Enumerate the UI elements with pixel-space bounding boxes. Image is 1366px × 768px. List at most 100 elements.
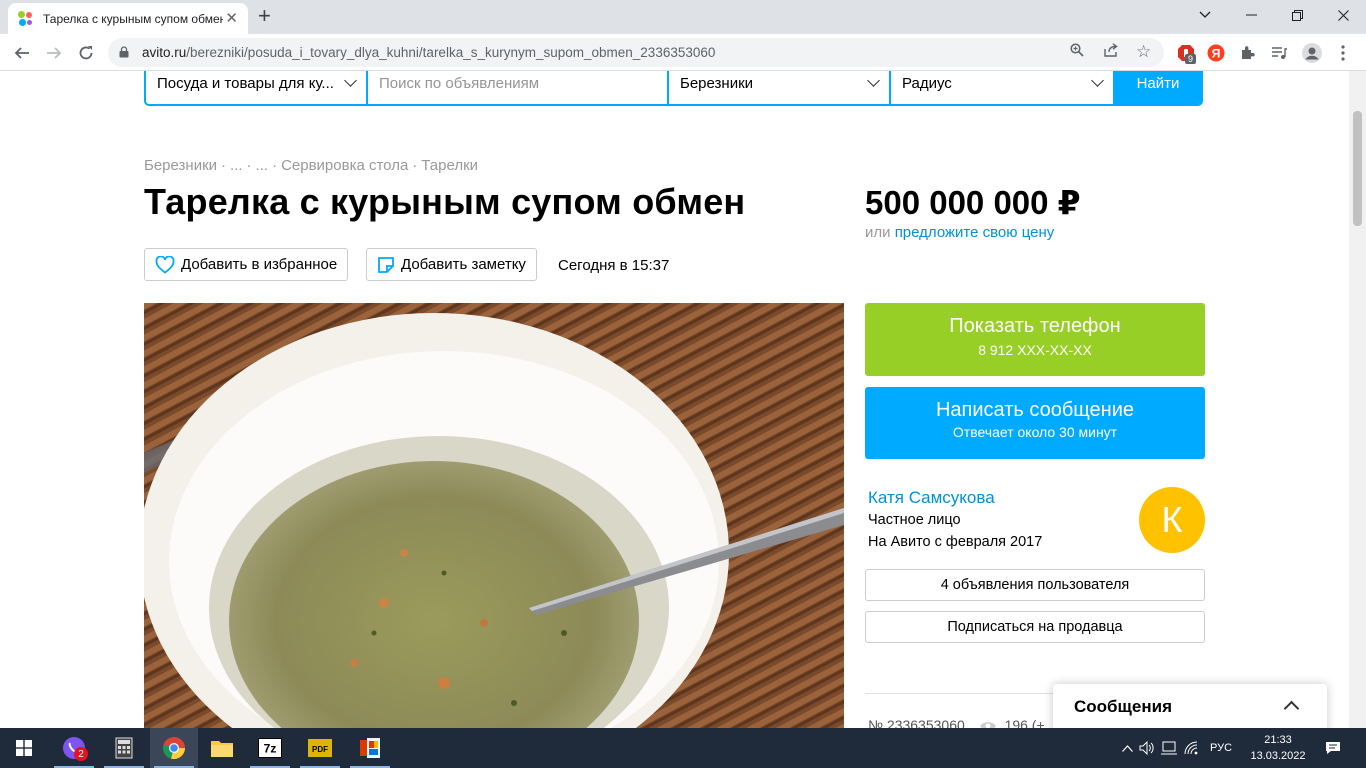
scrollbar-thumb[interactable]	[1353, 111, 1362, 226]
chevron-down-icon	[1091, 74, 1104, 87]
radius-select[interactable]: Радиус	[891, 71, 1113, 104]
yandex-extension-icon[interactable]: Я	[1206, 43, 1226, 63]
masked-phone-number: 8 912 XXX-XX-XX	[978, 342, 1092, 358]
calculator-app-icon[interactable]	[100, 728, 148, 768]
category-select[interactable]: Посуда и товары для ку...	[146, 71, 368, 104]
offer-price-link[interactable]: предложите свою цену	[895, 224, 1055, 241]
add-to-favorites-label: Добавить в избранное	[181, 256, 338, 273]
chrome-app-icon[interactable]	[150, 728, 198, 768]
breadcrumb-item-collapsed[interactable]: ...	[230, 157, 243, 174]
notifications-icon[interactable]	[1322, 728, 1344, 768]
ad-meta: № 2336353060 196 (+	[868, 717, 1045, 728]
show-phone-button[interactable]: Показать телефон 8 912 XXX-XX-XX	[865, 303, 1205, 376]
price-or-text: или	[865, 224, 891, 241]
url-text[interactable]: avito.ru/berezniki/posuda_i_tovary_dlya_…	[142, 45, 715, 60]
page-scrollbar[interactable]	[1349, 71, 1366, 728]
file-explorer-icon[interactable]	[198, 728, 246, 768]
forward-arrow-icon[interactable]	[41, 40, 67, 66]
add-note-button[interactable]: Добавить заметку	[366, 248, 537, 281]
messages-widget[interactable]: Сообщения	[1053, 684, 1327, 728]
breadcrumb-separator: ·	[221, 157, 227, 174]
pdf-app-icon[interactable]: PDF	[296, 728, 344, 768]
listing-price: 500 000 000 ₽	[865, 184, 1081, 221]
browser-menu-kebab-icon[interactable]	[1333, 43, 1353, 63]
breadcrumb-item-plates[interactable]: Тарелки	[421, 157, 478, 174]
messages-widget-title: Сообщения	[1074, 697, 1172, 716]
subscribe-seller-button[interactable]: Подписаться на продавца	[865, 611, 1205, 643]
breadcrumb-item-city[interactable]: Березники	[144, 157, 217, 174]
viber-app-icon[interactable]: 2	[50, 728, 98, 768]
write-message-button[interactable]: Написать сообщение Отвечает около 30 мин…	[865, 387, 1205, 459]
input-language[interactable]: РУС	[1210, 742, 1232, 754]
breadcrumb-separator: ·	[246, 157, 252, 174]
seller-type: Частное лицо	[868, 512, 961, 528]
zoom-icon[interactable]	[1070, 43, 1084, 60]
city-select[interactable]: Березники	[669, 71, 891, 104]
tab-search-chevron-down-icon[interactable]	[1182, 0, 1228, 30]
presentation-app-icon[interactable]	[346, 728, 394, 768]
maximize-button[interactable]	[1274, 0, 1320, 30]
clock-date: 13.03.2022	[1250, 750, 1306, 762]
seller-ads-button[interactable]: 4 объявления пользователя	[865, 569, 1205, 601]
write-message-label: Написать сообщение	[935, 399, 1134, 421]
seller-name-link[interactable]: Катя Самсукова	[868, 488, 995, 508]
tray-chevron-up-icon[interactable]	[1118, 744, 1136, 752]
close-tab-icon[interactable]: ✕	[225, 11, 238, 26]
svg-text:7z: 7z	[264, 742, 277, 756]
show-phone-label: Показать телефон	[949, 315, 1121, 337]
minimize-button[interactable]	[1228, 0, 1274, 30]
view-count: 196 (+	[1004, 717, 1045, 728]
ad-number: № 2336353060	[868, 717, 965, 728]
svg-text:Я: Я	[1212, 47, 1221, 61]
browser-toolbar: avito.ru/berezniki/posuda_i_tovary_dlya_…	[0, 34, 1366, 71]
city-select-value: Березники	[680, 75, 754, 92]
close-window-button[interactable]	[1320, 0, 1366, 30]
volume-icon[interactable]	[1136, 741, 1158, 755]
price-offer-line: или предложите свою цену	[865, 224, 1054, 241]
eye-icon	[979, 719, 997, 728]
breadcrumb-separator: ·	[412, 157, 418, 174]
listing-photo[interactable]	[144, 303, 844, 728]
breadcrumb-item-table-setting[interactable]: Сервировка стола	[281, 157, 408, 174]
extension-badge: 9	[1185, 54, 1197, 64]
search-submit-button[interactable]: Найти	[1113, 71, 1203, 104]
tab-title: Тарелка с курыным супом обмен	[43, 11, 223, 26]
browser-tab[interactable]: Тарелка с курыным супом обмен ✕	[8, 3, 248, 34]
breadcrumb-item-collapsed[interactable]: ...	[256, 157, 269, 174]
add-to-favorites-button[interactable]: Добавить в избранное	[144, 248, 349, 281]
chevron-up-icon[interactable]	[1283, 700, 1300, 717]
posted-date: Сегодня в 15:37	[558, 257, 670, 274]
category-select-value: Посуда и товары для ку...	[157, 75, 334, 92]
viber-badge: 2	[74, 747, 88, 761]
back-arrow-icon[interactable]	[9, 40, 35, 66]
new-tab-button[interactable]: +	[258, 5, 271, 27]
avatar[interactable]: К	[1139, 487, 1205, 553]
reload-icon[interactable]	[73, 40, 99, 66]
profile-avatar-icon[interactable]	[1302, 43, 1322, 63]
seller-since: На Авито с февраля 2017	[868, 534, 1043, 550]
address-bar[interactable]: avito.ru/berezniki/posuda_i_tovary_dlya_…	[108, 38, 1164, 67]
search-bar: Посуда и товары для ку... Поиск по объяв…	[144, 71, 1203, 106]
search-input[interactable]: Поиск по объявлениям	[368, 71, 669, 104]
bookmark-star-icon[interactable]: ☆	[1136, 42, 1151, 62]
lock-icon[interactable]	[119, 46, 129, 58]
media-playlist-icon[interactable]	[1269, 43, 1289, 63]
windows-start-icon[interactable]	[0, 728, 48, 768]
extensions-puzzle-icon[interactable]	[1238, 43, 1258, 63]
clock[interactable]: 21:33 13.03.2022	[1250, 732, 1306, 764]
chevron-down-icon	[867, 74, 880, 87]
search-input-placeholder: Поиск по объявлениям	[379, 75, 540, 92]
add-note-label: Добавить заметку	[401, 256, 526, 273]
avito-favicon-icon	[18, 10, 34, 27]
share-icon[interactable]	[1103, 43, 1119, 60]
note-icon	[378, 256, 394, 273]
breadcrumb: Березники ·... ·... · Сервировка стола · Тарел…	[144, 157, 482, 174]
listing-title: Тарелка с курыным супом обмен	[144, 181, 746, 222]
clock-time: 21:33	[1264, 734, 1292, 746]
wifi-icon[interactable]	[1180, 741, 1204, 755]
browser-tab-strip: Тарелка с курыным супом обмен ✕ +	[0, 0, 1366, 34]
7zip-app-icon[interactable]: 7z	[246, 728, 294, 768]
device-icon[interactable]	[1158, 741, 1180, 755]
adblock-extension-icon[interactable]: 9	[1176, 43, 1197, 64]
chevron-down-icon	[344, 74, 357, 87]
